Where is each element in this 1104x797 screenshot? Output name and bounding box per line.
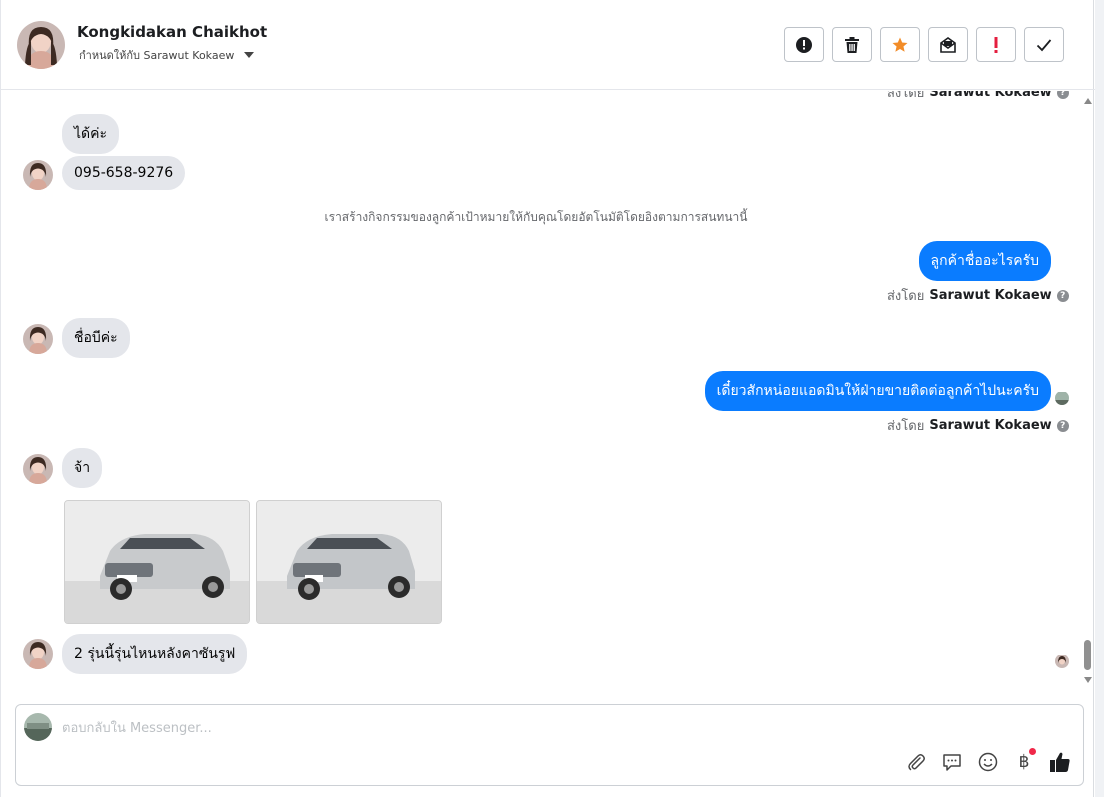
sent-by-label: ส่งโดย Sarawut Kokaew ?	[887, 415, 1069, 436]
mark-unread-button[interactable]	[928, 27, 968, 62]
baht-payment-icon: ฿	[1018, 752, 1030, 772]
alert-circle-icon	[796, 36, 812, 53]
scroll-down-arrow-icon[interactable]	[1084, 677, 1092, 683]
scrollbar-thumb[interactable]	[1084, 640, 1091, 670]
outgoing-message[interactable]: ลูกค้าชื่ออะไรครับ	[918, 241, 1051, 281]
conversation-header: Kongkidakan Chaikhot กำหนดให้กับ Sarawut…	[1, 0, 1095, 90]
saved-replies-button[interactable]	[941, 751, 963, 773]
notification-dot	[1029, 748, 1036, 755]
caret-down-icon	[244, 52, 255, 58]
mark-spam-button[interactable]	[784, 27, 824, 62]
saved-reply-icon	[943, 754, 961, 771]
conversation-panel: Kongkidakan Chaikhot กำหนดให้กับ Sarawut…	[0, 0, 1095, 797]
help-icon[interactable]: ?	[1056, 419, 1069, 432]
incoming-message[interactable]: ชื่อบีค่ะ	[62, 318, 130, 358]
message-composer: ฿	[15, 704, 1084, 786]
thumbs-up-icon	[1050, 752, 1070, 772]
assignee-label: กำหนดให้กับ Sarawut Kokaew	[79, 49, 235, 62]
contact-avatar-small	[23, 324, 53, 354]
sent-by-prefix: ส่งโดย	[887, 419, 925, 434]
composer-tools: ฿	[905, 748, 1071, 773]
assignee-dropdown[interactable]: กำหนดให้กับ Sarawut Kokaew	[79, 46, 255, 64]
paperclip-icon	[908, 754, 925, 771]
sent-by-name: Sarawut Kokaew	[929, 288, 1052, 303]
delete-button[interactable]	[832, 27, 872, 62]
system-note: เราสร้างกิจกรรมของลูกค้าเป้าหมายให้กับคุ…	[324, 210, 748, 224]
emoji-icon	[978, 752, 998, 772]
incoming-message[interactable]: 2 รุ่นนี้รุ่นไหนหลังคาซันรูฟ	[62, 634, 248, 674]
header-toolbar	[784, 27, 1064, 62]
contact-avatar-small	[23, 160, 53, 190]
star-icon	[892, 37, 908, 52]
like-button[interactable]	[1049, 751, 1071, 773]
incoming-message[interactable]: ได้ค่ะ	[62, 114, 120, 154]
incoming-message[interactable]: จ้า	[62, 448, 103, 488]
check-icon	[1036, 38, 1052, 51]
message-list[interactable]: ส่งโดย Sarawut Kokaew ? ได้ค่ะ 095-658-9…	[1, 91, 1081, 691]
car-photo[interactable]	[256, 500, 442, 624]
sent-by-name: Sarawut Kokaew	[929, 418, 1052, 433]
incoming-message[interactable]: 095-658-9276	[62, 156, 186, 190]
car-photo[interactable]	[64, 500, 250, 624]
contact-avatar-small	[23, 639, 53, 669]
mail-unread-icon	[940, 36, 956, 53]
reply-input[interactable]	[62, 717, 962, 739]
emoji-button[interactable]	[977, 751, 999, 773]
exclamation-icon	[994, 36, 998, 53]
page-edge	[1095, 0, 1104, 797]
sent-by-prefix: ส่งโดย	[887, 91, 925, 101]
contact-name[interactable]: Kongkidakan Chaikhot	[77, 23, 267, 41]
attach-button[interactable]	[905, 751, 927, 773]
help-icon[interactable]: ?	[1056, 289, 1069, 302]
outgoing-message[interactable]: เดี๋ยวสักหน่อยแอดมินให้ฝ่ายขายติดต่อลูกค…	[704, 371, 1051, 411]
message-scrollbar[interactable]	[1082, 91, 1095, 691]
scroll-up-arrow-icon[interactable]	[1084, 98, 1092, 104]
contact-avatar[interactable]	[17, 21, 65, 69]
trash-icon	[845, 36, 859, 53]
sent-by-label: ส่งโดย Sarawut Kokaew ?	[887, 91, 1069, 103]
sent-by-label: ส่งโดย Sarawut Kokaew ?	[887, 285, 1069, 306]
sent-by-name: Sarawut Kokaew	[929, 91, 1052, 100]
seen-indicator-avatar	[1055, 391, 1069, 405]
seen-indicator-avatar	[1055, 654, 1069, 668]
star-button[interactable]	[880, 27, 920, 62]
help-icon[interactable]: ?	[1056, 91, 1069, 99]
sent-by-prefix: ส่งโดย	[887, 289, 925, 304]
contact-avatar-small	[23, 454, 53, 484]
mark-done-button[interactable]	[1024, 27, 1064, 62]
page-avatar	[24, 713, 52, 741]
payment-button[interactable]: ฿	[1013, 748, 1036, 773]
follow-up-button[interactable]	[976, 27, 1016, 62]
